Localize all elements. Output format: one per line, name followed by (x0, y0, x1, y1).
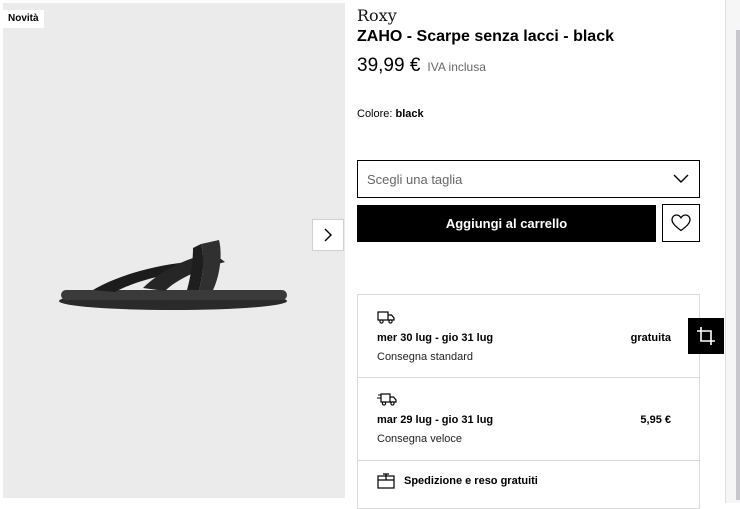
color-info: Colore: black (357, 108, 424, 120)
package-icon (377, 473, 395, 489)
product-price: 39,99 € (357, 55, 421, 76)
shipping-price: gratuita (630, 332, 671, 344)
shipping-dates: mer 30 lug - gio 31 lug (377, 332, 494, 344)
fast-truck-icon (377, 393, 397, 406)
shipping-method: Consegna standard (377, 351, 474, 363)
crop-tool-button[interactable] (688, 318, 724, 354)
chevron-right-icon (324, 228, 332, 242)
product-title: ZAHO - Scarpe senza lacci - black (357, 28, 614, 45)
price-row: 39,99 € IVA inclusa (357, 55, 486, 77)
next-image-button[interactable] (312, 219, 344, 251)
add-to-cart-button[interactable]: Aggiungi al carrello (357, 205, 656, 242)
shipping-price: 5,95 € (640, 414, 671, 426)
vat-note: IVA inclusa (427, 60, 486, 74)
chevron-down-icon (673, 174, 689, 183)
divider (358, 460, 699, 461)
divider (358, 377, 699, 378)
free-shipping-returns: Spedizione e reso gratuiti (377, 473, 538, 489)
scrollbar-thumb[interactable] (736, 30, 740, 500)
brand-link[interactable]: Roxy (357, 6, 397, 25)
wishlist-button[interactable] (662, 204, 700, 242)
color-label: Colore: (357, 108, 393, 120)
free-returns-label: Spedizione e reso gratuiti (404, 475, 538, 487)
color-value: black (395, 108, 424, 120)
sandal-image (59, 240, 287, 310)
shipping-dates: mar 29 lug - gio 31 lug (377, 414, 494, 426)
shipping-info: mer 30 lug - gio 31 lug gratuita Consegn… (357, 294, 700, 509)
scrollbar[interactable] (726, 0, 740, 503)
truck-icon (377, 311, 395, 324)
product-gallery: Novità (0, 0, 345, 503)
shipping-method: Consegna veloce (377, 433, 463, 445)
new-badge: Novità (3, 10, 44, 28)
heart-icon (671, 214, 691, 232)
crop-icon (697, 327, 715, 345)
size-select-placeholder: Scegli una taglia (367, 171, 463, 187)
product-photo[interactable] (3, 3, 345, 498)
size-select[interactable]: Scegli una taglia (357, 160, 700, 198)
